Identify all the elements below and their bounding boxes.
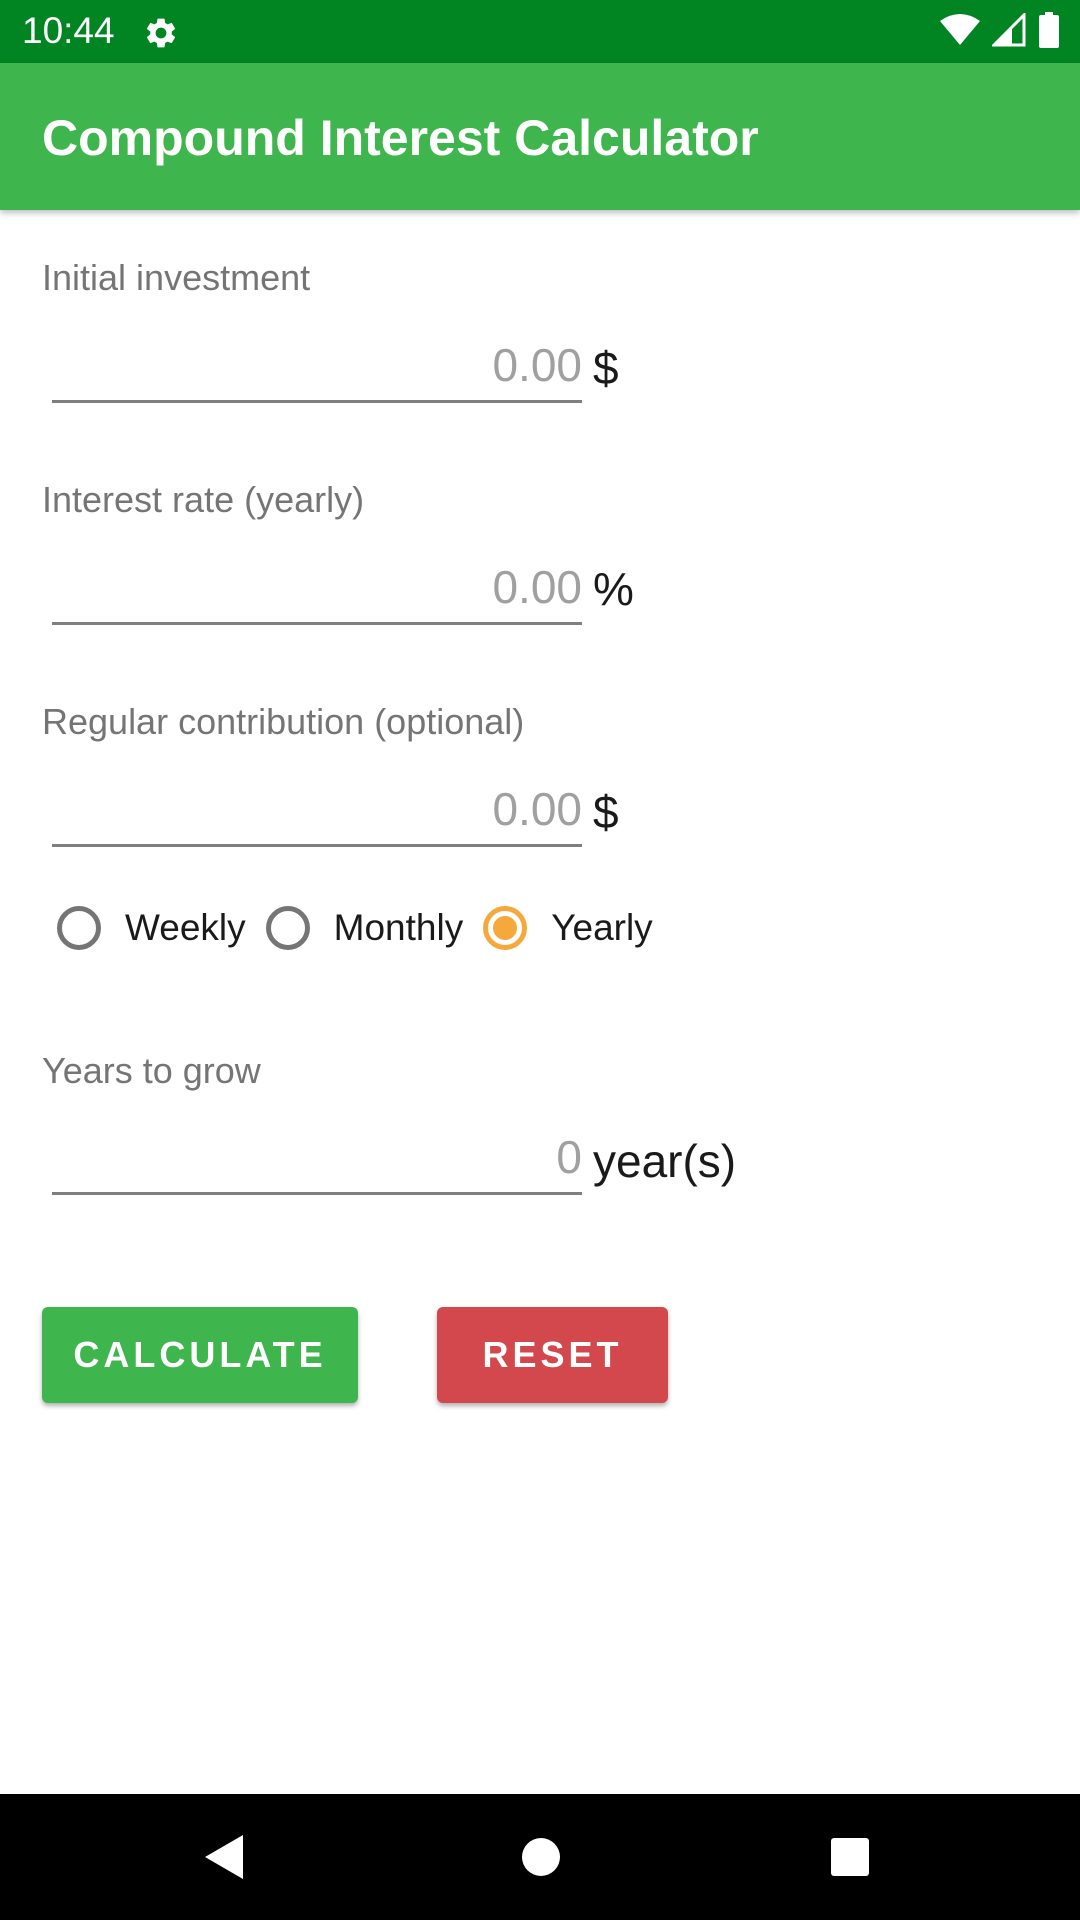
radio-yearly-label: Yearly bbox=[551, 907, 653, 948]
wifi-icon bbox=[940, 13, 980, 51]
navigation-bar bbox=[0, 1794, 1080, 1920]
status-icons bbox=[940, 10, 1060, 53]
radio-weekly-label: Weekly bbox=[125, 907, 246, 948]
years-input[interactable] bbox=[52, 1122, 582, 1195]
interest-rate-label: Interest rate (yearly) bbox=[42, 479, 365, 520]
regular-contribution-unit: $ bbox=[593, 786, 619, 838]
signal-icon bbox=[990, 10, 1026, 52]
back-button[interactable] bbox=[190, 1822, 260, 1892]
radio-yearly[interactable]: Yearly bbox=[483, 906, 672, 950]
frequency-radio-group: Weekly Monthly Yearly bbox=[57, 898, 673, 958]
radio-monthly-label: Monthly bbox=[333, 907, 464, 948]
years-label: Years to grow bbox=[42, 1050, 261, 1091]
regular-contribution-label: Regular contribution (optional) bbox=[42, 701, 525, 742]
recents-button[interactable] bbox=[815, 1822, 885, 1892]
radio-unchecked-icon bbox=[57, 906, 101, 950]
radio-monthly[interactable]: Monthly bbox=[265, 906, 484, 950]
interest-rate-unit: % bbox=[593, 563, 634, 615]
gear-icon bbox=[143, 15, 179, 51]
home-icon bbox=[522, 1838, 560, 1876]
back-icon bbox=[205, 1835, 243, 1879]
initial-investment-unit: $ bbox=[593, 342, 619, 394]
initial-investment-label: Initial investment bbox=[42, 257, 311, 298]
status-time: 10:44 bbox=[22, 10, 115, 51]
radio-dot bbox=[493, 916, 518, 940]
home-button[interactable] bbox=[506, 1822, 576, 1892]
regular-contribution-input[interactable] bbox=[52, 774, 582, 847]
reset-button[interactable]: RESET bbox=[437, 1307, 668, 1403]
radio-weekly[interactable]: Weekly bbox=[57, 906, 266, 950]
radio-unchecked-icon bbox=[265, 906, 310, 950]
interest-rate-input[interactable] bbox=[52, 552, 582, 625]
years-unit: year(s) bbox=[593, 1135, 737, 1187]
recents-icon bbox=[831, 1838, 869, 1876]
initial-investment-input[interactable] bbox=[52, 330, 582, 403]
radio-checked-icon bbox=[483, 906, 528, 950]
calculate-button[interactable]: CALCULATE bbox=[42, 1307, 358, 1403]
status-bar: 10:44 bbox=[0, 0, 1080, 63]
battery-icon bbox=[1038, 11, 1060, 53]
app-title: Compound Interest Calculator bbox=[42, 110, 759, 166]
app-bar: Compound Interest Calculator bbox=[0, 63, 1080, 210]
